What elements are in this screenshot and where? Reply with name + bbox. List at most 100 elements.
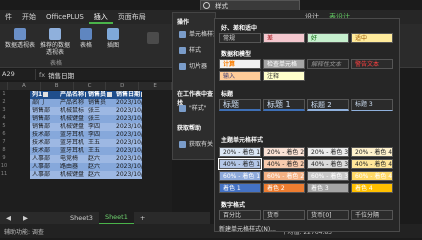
- menu-item-get-help[interactable]: 获取有关: [179, 139, 213, 148]
- row-header[interactable]: 5: [0, 122, 8, 130]
- column-header[interactable]: E: [139, 82, 172, 90]
- new-cell-style-link[interactable]: 新建单元格样式(N)...: [219, 224, 276, 233]
- style-heading-1[interactable]: 标题 1: [263, 99, 305, 111]
- style-neutral[interactable]: 适中: [351, 33, 393, 43]
- style-good[interactable]: 好: [307, 33, 349, 43]
- table-cell[interactable]: 张三: [86, 107, 114, 115]
- table-cell[interactable]: 人事部: [30, 163, 58, 171]
- spreadsheet-grid[interactable]: A B C D E 1 2 3 4 5 6 7 8 9 10 11 列1 产品名…: [0, 82, 172, 212]
- table-header-cell[interactable]: 销售日期: [114, 91, 142, 99]
- table-cell[interactable]: 赵六: [86, 155, 114, 163]
- tab-file[interactable]: 件: [0, 10, 17, 24]
- name-box[interactable]: A29: [0, 69, 36, 80]
- table-cell[interactable]: 蓝牙耳机: [58, 147, 86, 155]
- row-header[interactable]: 2: [0, 98, 8, 106]
- style-40-accent-2[interactable]: 40% - 着色 2: [263, 159, 305, 169]
- table-cell[interactable]: 2023/10/: [114, 171, 142, 179]
- menu-item-slicer[interactable]: 切片器: [179, 61, 207, 70]
- style-bad[interactable]: 差: [263, 33, 305, 43]
- table-cell[interactable]: 蓝牙耳机: [58, 131, 86, 139]
- sheet-tab-active[interactable]: Sheet1: [98, 211, 134, 225]
- style-currency-0[interactable]: 货币[0]: [307, 210, 349, 220]
- row-header[interactable]: 9: [0, 154, 8, 162]
- table-cell[interactable]: 赵六: [86, 171, 114, 179]
- style-normal[interactable]: 常规: [219, 33, 261, 43]
- table-cell[interactable]: 李四: [86, 131, 114, 139]
- formula-input[interactable]: 销售日期: [48, 70, 74, 80]
- style-accent-2[interactable]: 着色 2: [263, 183, 305, 193]
- row-header[interactable]: 3: [0, 106, 8, 114]
- table-header-cell[interactable]: 销售员: [86, 91, 114, 99]
- table-cell[interactable]: 蓝牙耳机: [58, 139, 86, 147]
- table-cell[interactable]: 2023/10/: [114, 107, 142, 115]
- table-cell[interactable]: 李四: [86, 123, 114, 131]
- table-cell[interactable]: 人事部: [30, 171, 58, 179]
- style-warning[interactable]: 警告文本: [351, 59, 393, 69]
- style-calculation[interactable]: 计算: [219, 59, 261, 69]
- table-cell[interactable]: 销售部: [30, 123, 58, 131]
- table-cell[interactable]: 王五: [86, 147, 114, 155]
- table-cell[interactable]: 2023/10/: [114, 115, 142, 123]
- table-cell[interactable]: 部门: [30, 99, 58, 107]
- row-header[interactable]: 10: [0, 162, 8, 170]
- style-40-accent-1[interactable]: 40% - 着色 1: [218, 158, 262, 170]
- menu-item-cell-styles[interactable]: 单元格样式: [179, 29, 219, 38]
- table-cell[interactable]: 2023/10/: [114, 163, 142, 171]
- style-comma[interactable]: 千位分隔: [351, 210, 393, 220]
- sheet-tab[interactable]: Sheet3: [64, 212, 99, 224]
- column-header[interactable]: B: [41, 82, 74, 90]
- table-cell[interactable]: 路由器: [58, 163, 86, 171]
- style-explanatory[interactable]: 解释性文本: [307, 59, 349, 69]
- table-cell[interactable]: 2023/10/: [114, 131, 142, 139]
- column-header[interactable]: A: [8, 82, 41, 90]
- row-header[interactable]: 7: [0, 138, 8, 146]
- illustrations-button[interactable]: 插图: [102, 28, 124, 49]
- style-60-accent-4[interactable]: 60% - 着色 4: [351, 171, 393, 181]
- add-sheet-icon[interactable]: +: [134, 212, 151, 224]
- tab-home[interactable]: 开始: [17, 10, 41, 24]
- style-heading-2[interactable]: 标题 2: [307, 99, 349, 111]
- table-cell[interactable]: 产品名称: [58, 99, 86, 107]
- style-title[interactable]: 标题: [219, 99, 261, 111]
- table-cell[interactable]: 张三: [86, 115, 114, 123]
- table-cell[interactable]: 机械键盘: [58, 115, 86, 123]
- table-cell[interactable]: 2023/10/: [114, 139, 142, 147]
- table-cell[interactable]: 电竞椅: [58, 155, 86, 163]
- style-input[interactable]: 输入: [219, 71, 261, 81]
- style-60-accent-2[interactable]: 60% - 着色 2: [263, 171, 305, 181]
- recommended-pivot-button[interactable]: 推荐的数据透视表: [38, 28, 72, 56]
- style-currency[interactable]: 货币: [263, 210, 305, 220]
- table-cell[interactable]: 销售部: [30, 107, 58, 115]
- table-cell[interactable]: 2023/10/: [114, 155, 142, 163]
- filter-dropdown-icon[interactable]: [107, 92, 113, 97]
- table-cell[interactable]: 赵六: [86, 163, 114, 171]
- row-header[interactable]: 8: [0, 146, 8, 154]
- row-header[interactable]: 1: [0, 90, 8, 98]
- style-20-accent-1[interactable]: 20% - 着色 1: [219, 147, 261, 157]
- table-cell[interactable]: 销售部: [30, 115, 58, 123]
- column-header[interactable]: C: [74, 82, 107, 90]
- table-cell[interactable]: 机械鼠标: [58, 107, 86, 115]
- table-cell[interactable]: 机械键盘: [58, 171, 86, 179]
- table-cell[interactable]: 2023/10/: [114, 123, 142, 131]
- style-accent-3[interactable]: 着色 3: [307, 183, 349, 193]
- tab-officeplus[interactable]: OfficePLUS: [41, 10, 89, 24]
- table-cell[interactable]: 销售员: [86, 99, 114, 107]
- table-header-cell[interactable]: 产品名称: [58, 91, 86, 99]
- table-cell[interactable]: 机械键盘: [58, 123, 86, 131]
- tab-page-layout[interactable]: 页面布局: [113, 10, 151, 24]
- style-40-accent-3[interactable]: 40% - 着色 3: [307, 159, 349, 169]
- table-cell[interactable]: 2023/10/: [114, 147, 142, 155]
- table-cell[interactable]: 王五: [86, 139, 114, 147]
- table-cell[interactable]: 2023/10/: [114, 99, 142, 107]
- style-percent[interactable]: 百分比: [219, 210, 261, 220]
- table-cell[interactable]: 技术部: [30, 131, 58, 139]
- style-20-accent-3[interactable]: 20% - 着色 3: [307, 147, 349, 157]
- row-header[interactable]: 4: [0, 114, 8, 122]
- menu-item-styles[interactable]: 样式: [179, 45, 201, 54]
- style-20-accent-4[interactable]: 20% - 着色 4: [351, 147, 393, 157]
- table-cell[interactable]: 人事部: [30, 155, 58, 163]
- style-accent-1[interactable]: 着色 1: [219, 183, 261, 193]
- style-accent-4[interactable]: 着色 4: [351, 183, 393, 193]
- filter-dropdown-icon[interactable]: [141, 92, 142, 97]
